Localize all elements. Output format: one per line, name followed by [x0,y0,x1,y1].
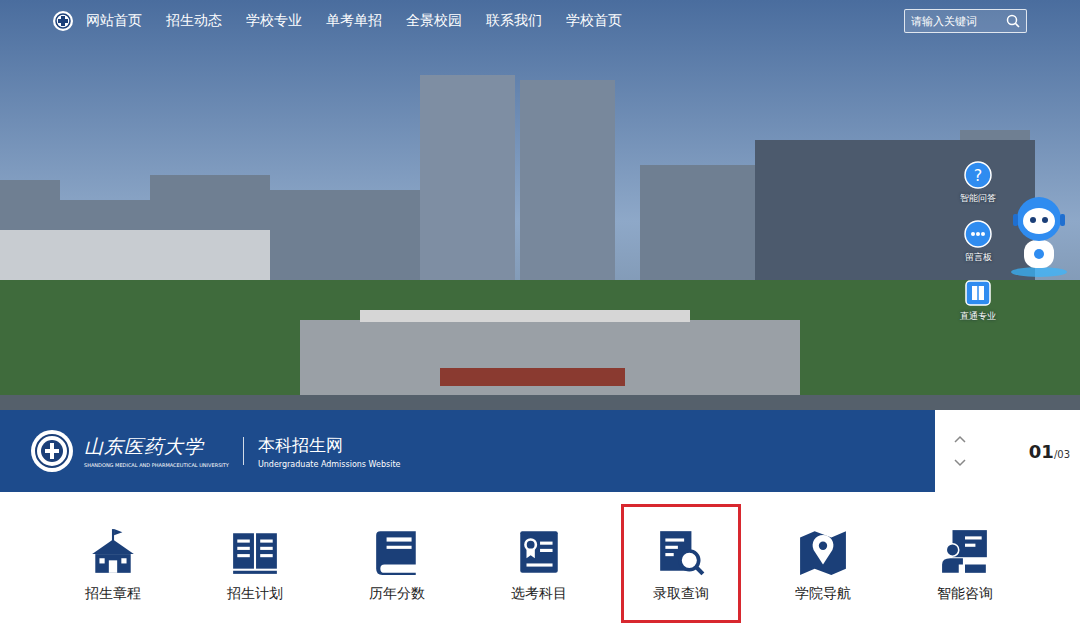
quick-link-label[interactable]: 学院导航 [795,585,851,603]
brand-strip: 山东医药大学 SHANDONG MEDICAL AND PHARMACEUTIC… [0,410,1080,492]
quick-link-button[interactable]: 历年分数 [337,504,457,623]
school-emblem-icon [30,429,74,473]
book-icon[interactable] [372,527,422,577]
side-tool-label: 智能问答 [960,192,996,205]
quick-link-label[interactable]: 录取查询 [653,585,709,603]
quick-link-button[interactable]: 智能咨询 [905,504,1025,623]
slide-pager: 01 /03 [935,410,1080,492]
nav-item[interactable]: 招生动态 [166,12,222,30]
school-name-en: SHANDONG MEDICAL AND PHARMACEUTICAL UNIV… [84,462,229,468]
book-icon[interactable] [963,278,993,308]
quick-link-label[interactable]: 历年分数 [369,585,425,603]
quick-link-label[interactable]: 招生章程 [85,585,141,603]
side-tool-label: 留言板 [965,251,992,264]
nav-item[interactable]: 联系我们 [486,12,542,30]
svg-text:?: ? [974,166,983,185]
side-tool[interactable]: 留言板 [963,219,993,264]
quick-link-label[interactable]: 选考科目 [511,585,567,603]
certificate-icon[interactable] [514,527,564,577]
nav-item[interactable]: 单考单招 [326,12,382,30]
school-name: 山东医药大学 [84,434,229,460]
map-pin-icon[interactable] [798,527,848,577]
nav-item[interactable]: 全景校园 [406,12,462,30]
nav-menu: 网站首页 招生动态 学校专业 单考单招 全景校园 联系我们 学校首页 [86,12,904,30]
search-box[interactable] [904,9,1027,33]
down-arrow-icon[interactable] [953,458,967,468]
quick-link: 录取查询 [610,504,752,623]
quick-link-button[interactable]: 学院导航 [763,504,883,623]
consultant-icon[interactable] [940,527,990,577]
question-icon[interactable]: ? [963,160,993,190]
site-title: 本科招生网 [258,434,401,457]
open-book-icon[interactable] [230,527,280,577]
nav-item[interactable]: 学校首页 [566,12,622,30]
nav-item[interactable]: 学校专业 [246,12,302,30]
quick-link: 选考科目 [468,504,610,623]
quick-link-button[interactable]: 招生章程 [53,504,173,623]
quick-link: 招生计划 [184,504,326,623]
quick-link-button[interactable]: 招生计划 [195,504,315,623]
top-nav: 网站首页 招生动态 学校专业 单考单招 全景校园 联系我们 学校首页 [0,0,1080,42]
side-tool[interactable]: ? 智能问答 [960,160,996,205]
quick-link: 学院导航 [752,504,894,623]
up-arrow-icon[interactable] [953,434,967,444]
quick-link: 招生章程 [42,504,184,623]
school-icon[interactable] [88,527,138,577]
divider [243,437,244,465]
quick-links: 招生章程 招生计划 历年分数 选考科目 录取查询 学院导航 智能咨询 [0,492,1080,623]
quick-link-label[interactable]: 智能咨询 [937,585,993,603]
side-tool[interactable]: 直通专业 [960,278,996,323]
search-document-icon[interactable] [656,527,706,577]
message-icon[interactable] [963,219,993,249]
quick-link-button[interactable]: 录取查询 [621,504,741,623]
quick-link-button[interactable]: 选考科目 [479,504,599,623]
side-tools: ? 智能问答留言板直通专业 [960,160,996,323]
current-slide: 01 [1029,441,1054,462]
robot-mascot-icon[interactable] [1004,192,1074,278]
quick-link: 智能咨询 [894,504,1036,623]
search-input[interactable] [911,15,1006,28]
side-tool-label: 直通专业 [960,310,996,323]
total-slides: /03 [1054,449,1070,460]
school-logo-icon[interactable] [52,10,74,32]
search-icon[interactable] [1006,14,1020,28]
quick-link-label[interactable]: 招生计划 [227,585,283,603]
site-subtitle: Undergraduate Admissions Website [258,460,401,469]
quick-link: 历年分数 [326,504,468,623]
nav-item[interactable]: 网站首页 [86,12,142,30]
hero-banner: 网站首页 招生动态 学校专业 单考单招 全景校园 联系我们 学校首页 ? 智能问答留言板直通专… [0,0,1080,492]
brand: 山东医药大学 SHANDONG MEDICAL AND PHARMACEUTIC… [0,410,935,492]
